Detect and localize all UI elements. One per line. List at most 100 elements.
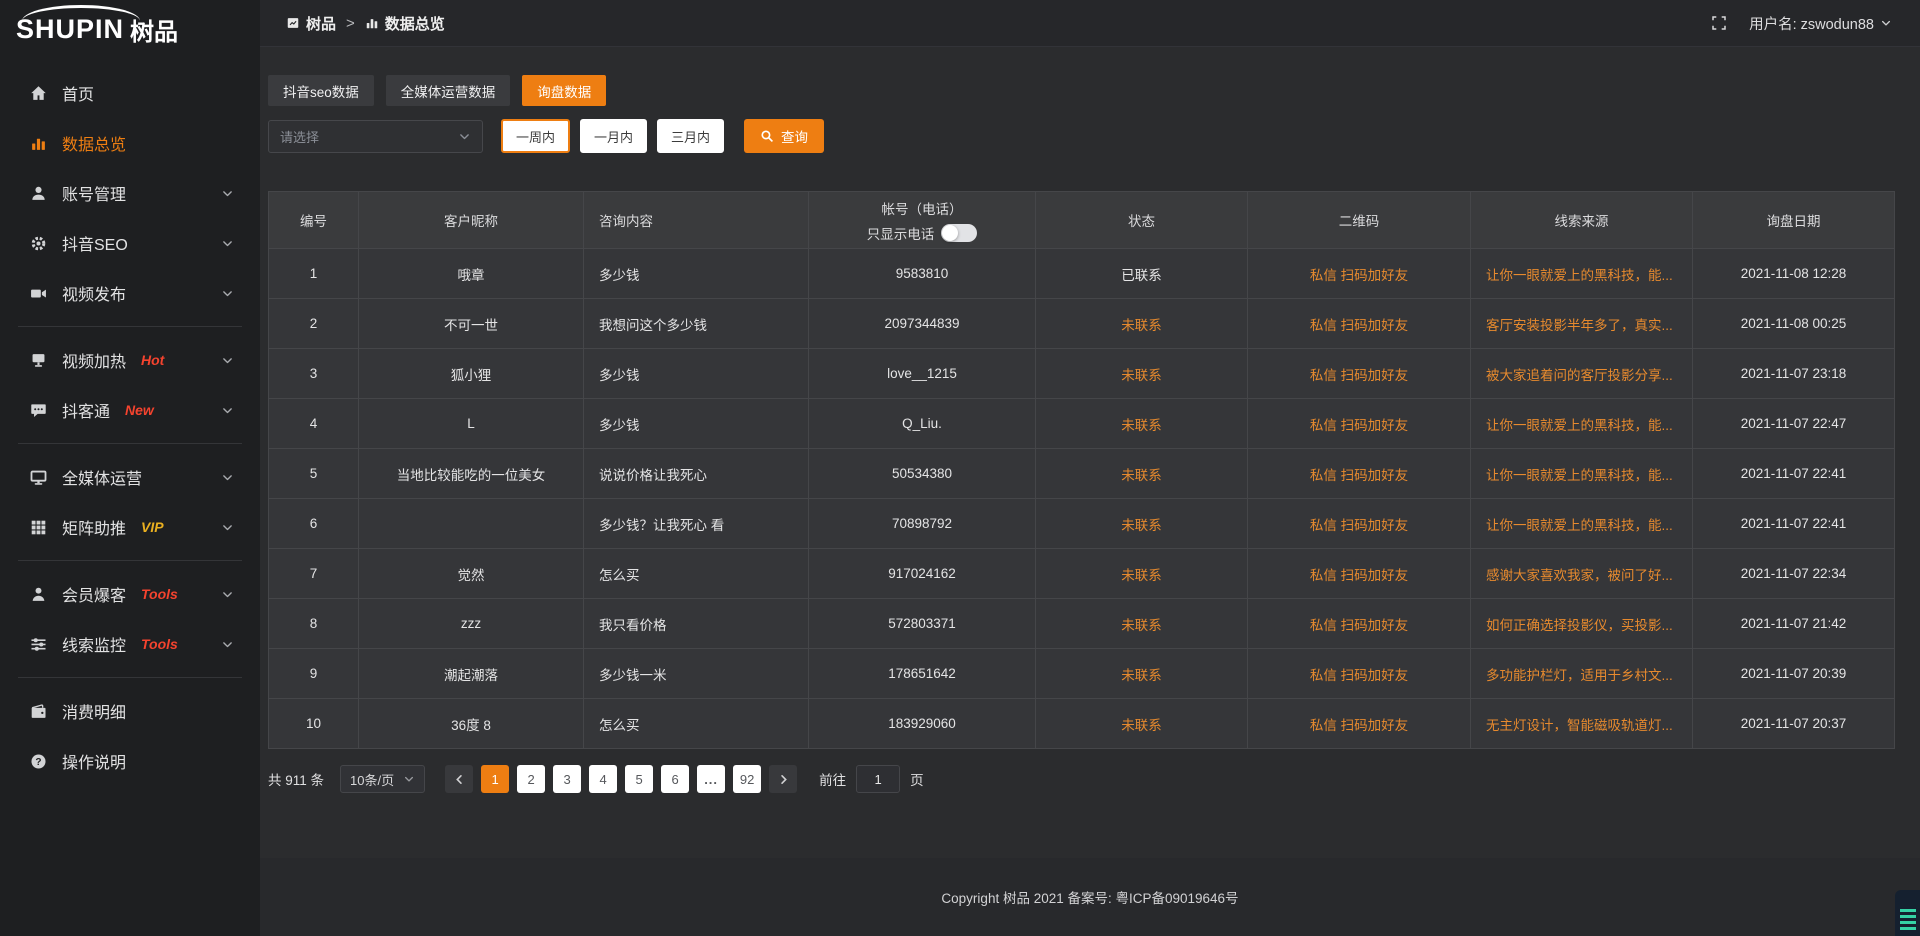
range-button-month[interactable]: 一月内 [580, 119, 647, 153]
cell-nickname: zzz [359, 599, 584, 648]
range-button-week[interactable]: 一周内 [501, 119, 570, 153]
cell-qrcode[interactable]: 私信 扫码加好友 [1248, 449, 1471, 498]
page-button-3[interactable]: 3 [553, 765, 581, 793]
cell-qrcode[interactable]: 私信 扫码加好友 [1248, 249, 1471, 298]
column-header-status: 状态 [1036, 192, 1248, 248]
phone-only-toggle[interactable] [941, 224, 977, 242]
sidebar-item-2[interactable]: 账号管理 [0, 168, 260, 218]
page-button-92[interactable]: 92 [733, 765, 761, 793]
goto-page-input[interactable] [856, 765, 900, 793]
tab-omnimedia-data[interactable]: 全媒体运营数据 [386, 75, 511, 106]
goto-label: 前往 [819, 769, 846, 789]
chevron-down-icon [221, 638, 234, 651]
tab-inquiry-data[interactable]: 询盘数据 [522, 75, 606, 106]
sidebar-item-7[interactable]: 全媒体运营 [0, 452, 260, 502]
page-button-more[interactable]: ... [697, 765, 725, 793]
sidebar-divider [18, 560, 242, 561]
cell-qrcode[interactable]: 私信 扫码加好友 [1248, 499, 1471, 548]
chevron-down-icon [221, 521, 234, 534]
sidebar-item-1[interactable]: 数据总览 [0, 118, 260, 168]
cell-source[interactable]: 无主灯设计，智能磁吸轨道灯... [1471, 699, 1693, 748]
cell-qrcode[interactable]: 私信 扫码加好友 [1248, 599, 1471, 648]
page-size-select[interactable]: 10条/页 [340, 765, 425, 793]
user-menu[interactable]: 用户名: zswodun88 [1749, 13, 1892, 34]
cell-source[interactable]: 让你一眼就爱上的黑科技，能... [1471, 449, 1693, 498]
cell-source[interactable]: 让你一眼就爱上的黑科技，能... [1471, 399, 1693, 448]
filter-select[interactable]: 请选择 [268, 120, 483, 153]
tab-douyin-seo-data[interactable]: 抖音seo数据 [268, 75, 374, 106]
cell-qrcode[interactable]: 私信 扫码加好友 [1248, 649, 1471, 698]
sidebar-item-10[interactable]: 线索监控Tools [0, 619, 260, 669]
sidebar-item-6[interactable]: 抖客通New [0, 385, 260, 435]
cell-content: 怎么买 [584, 549, 809, 598]
cell-qrcode[interactable]: 私信 扫码加好友 [1248, 549, 1471, 598]
grid-icon [30, 519, 47, 536]
sidebar-item-4[interactable]: 视频发布 [0, 268, 260, 318]
cell-source[interactable]: 让你一眼就爱上的黑科技，能... [1471, 499, 1693, 548]
sidebar: SHUPIN 树品 首页数据总览账号管理抖音SEO视频发布视频加热Hot抖客通N… [0, 0, 260, 936]
table-row: 2不可一世我想问这个多少钱2097344839未联系私信 扫码加好友客厅安装投影… [269, 298, 1894, 348]
chevron-down-icon [221, 187, 234, 200]
cell-nickname [359, 499, 584, 548]
copyright-text: Copyright 树品 2021 备案号: 粤ICP备09019646号 [941, 887, 1238, 907]
cell-status: 未联系 [1036, 649, 1248, 698]
inquiry-table: 编号 客户昵称 咨询内容 帐号（电话） 只显示电话 状态 二维码 线索来源 询盘… [268, 191, 1895, 749]
page-button-4[interactable]: 4 [589, 765, 617, 793]
cell-account: 70898792 [809, 499, 1036, 548]
page-button-5[interactable]: 5 [625, 765, 653, 793]
cell-account: 9583810 [809, 249, 1036, 298]
cell-no: 7 [269, 549, 359, 598]
cell-source[interactable]: 多功能护栏灯，适用于乡村文... [1471, 649, 1693, 698]
sidebar-item-8[interactable]: 矩阵助推VIP [0, 502, 260, 552]
sidebar-item-label: 账号管理 [62, 181, 126, 205]
sidebar-item-11[interactable]: 消费明细 [0, 686, 260, 736]
sidebar-item-label: 数据总览 [62, 131, 126, 155]
cell-qrcode[interactable]: 私信 扫码加好友 [1248, 399, 1471, 448]
breadcrumb-item-current[interactable]: 数据总览 [365, 13, 445, 34]
sidebar-item-label: 抖客通 [62, 398, 110, 422]
page-button-2[interactable]: 2 [517, 765, 545, 793]
cell-date: 2021-11-08 12:28 [1693, 249, 1894, 298]
sidebar-item-3[interactable]: 抖音SEO [0, 218, 260, 268]
home-icon [30, 85, 47, 102]
cell-source[interactable]: 如何正确选择投影仪，买投影... [1471, 599, 1693, 648]
logo-arc [22, 5, 140, 21]
chat-widget[interactable] [1895, 890, 1920, 936]
table-row: 1036度 8怎么买183929060未联系私信 扫码加好友无主灯设计，智能磁吸… [269, 698, 1894, 748]
breadcrumb-label: 数据总览 [385, 13, 445, 34]
goto-suffix: 页 [910, 769, 924, 789]
query-button[interactable]: 查询 [744, 119, 824, 153]
page-button-6[interactable]: 6 [661, 765, 689, 793]
sidebar-item-0[interactable]: 首页 [0, 68, 260, 118]
cell-source[interactable]: 被大家追着问的客厅投影分享... [1471, 349, 1693, 398]
cell-status: 未联系 [1036, 699, 1248, 748]
sidebar-item-12[interactable]: ?操作说明 [0, 736, 260, 786]
sidebar-divider [18, 443, 242, 444]
range-button-quarter[interactable]: 三月内 [657, 119, 724, 153]
search-icon [760, 129, 774, 143]
filter-select-placeholder: 请选择 [280, 127, 319, 146]
cell-no: 6 [269, 499, 359, 548]
cell-source[interactable]: 客厅安装投影半年多了，真实... [1471, 299, 1693, 348]
query-button-label: 查询 [781, 126, 808, 146]
sidebar-item-9[interactable]: 会员爆客Tools [0, 569, 260, 619]
chevron-down-icon [221, 287, 234, 300]
breadcrumb-item-home[interactable]: 树品 [286, 13, 336, 34]
page-list: 123456... 92 [481, 765, 761, 793]
fullscreen-icon[interactable] [1711, 15, 1727, 31]
cell-nickname: 36度 8 [359, 699, 584, 748]
cell-account: 2097344839 [809, 299, 1036, 348]
column-header-date: 询盘日期 [1693, 192, 1894, 248]
cell-qrcode[interactable]: 私信 扫码加好友 [1248, 299, 1471, 348]
cell-qrcode[interactable]: 私信 扫码加好友 [1248, 699, 1471, 748]
member-icon [30, 586, 47, 603]
cell-account: 183929060 [809, 699, 1036, 748]
sidebar-item-5[interactable]: 视频加热Hot [0, 335, 260, 385]
cell-source[interactable]: 感谢大家喜欢我家，被问了好... [1471, 549, 1693, 598]
page-button-1[interactable]: 1 [481, 765, 509, 793]
cell-qrcode[interactable]: 私信 扫码加好友 [1248, 349, 1471, 398]
cell-source[interactable]: 让你一眼就爱上的黑科技，能... [1471, 249, 1693, 298]
next-page-button[interactable] [769, 765, 797, 793]
prev-page-button[interactable] [445, 765, 473, 793]
table-body: 1哦章多少钱9583810已联系私信 扫码加好友让你一眼就爱上的黑科技，能...… [269, 248, 1894, 748]
